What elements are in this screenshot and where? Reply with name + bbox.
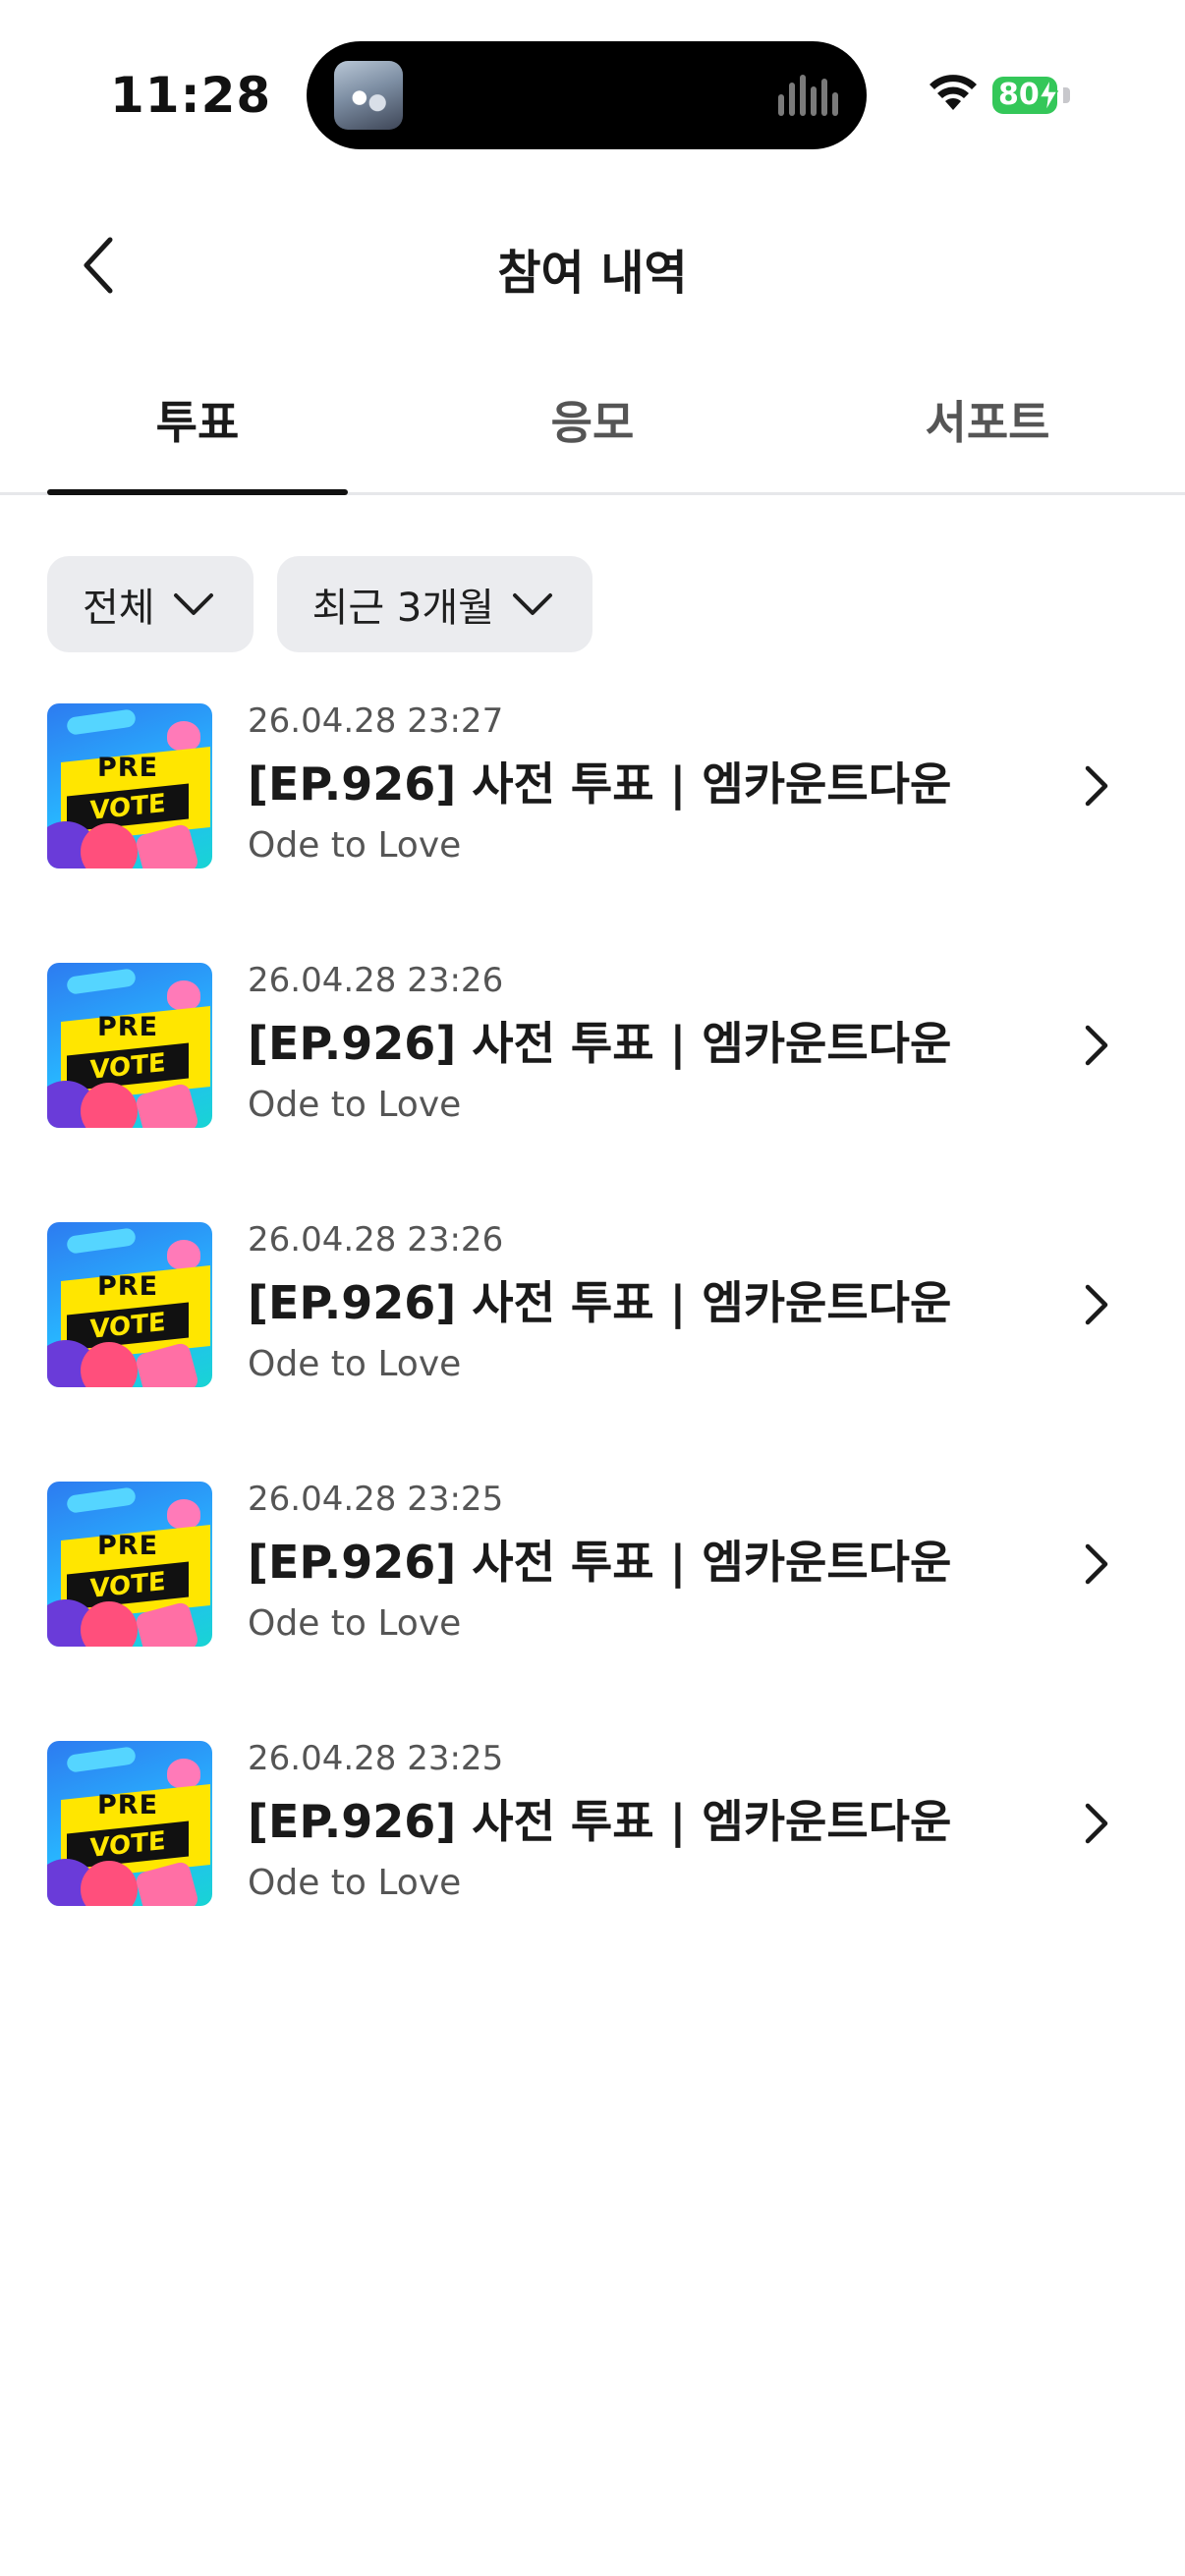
chevron-right-icon xyxy=(1085,1284,1108,1325)
pre-vote-thumbnail: PRE VOTE xyxy=(47,1741,212,1906)
pre-vote-thumbnail: PRE VOTE xyxy=(47,1222,212,1387)
item-title: [EP.926] 사전 투표 | 엠카운트다운 xyxy=(248,1017,952,1070)
thumbnail-pre-text: PRE xyxy=(96,1531,159,1561)
active-tab-indicator xyxy=(47,489,348,495)
pre-vote-thumbnail: PRE VOTE xyxy=(47,703,212,868)
filter-period-dropdown[interactable]: 최근 3개월 xyxy=(276,556,592,652)
thumbnail-pre-text: PRE xyxy=(96,1271,159,1302)
item-subtitle: Ode to Love xyxy=(248,1085,462,1125)
filter-category-label: 전체 xyxy=(83,586,155,631)
page-title: 참여 내역 xyxy=(497,246,688,301)
pre-vote-thumbnail: PRE VOTE xyxy=(47,963,212,1128)
list-item[interactable]: PRE VOTE 26.04.28 23:26 [EP.926] 사전 투표 |… xyxy=(0,947,1185,1144)
item-title: [EP.926] 사전 투표 | 엠카운트다운 xyxy=(248,757,952,811)
battery-cap xyxy=(1063,87,1070,103)
item-date: 26.04.28 23:25 xyxy=(248,1739,504,1778)
chevron-right-icon xyxy=(1085,1803,1108,1844)
list-item[interactable]: PRE VOTE 26.04.28 23:25 [EP.926] 사전 투표 |… xyxy=(0,1725,1185,1922)
item-title: [EP.926] 사전 투표 | 엠카운트다운 xyxy=(248,1276,952,1329)
filter-period-label: 최근 3개월 xyxy=(311,586,494,631)
chevron-right-icon xyxy=(1085,1543,1108,1585)
audio-waveform-icon xyxy=(778,75,839,116)
pre-vote-thumbnail: PRE VOTE xyxy=(47,1482,212,1647)
item-subtitle: Ode to Love xyxy=(248,1863,462,1903)
item-date: 26.04.28 23:27 xyxy=(248,701,504,741)
chevron-down-icon xyxy=(512,593,552,615)
list-item[interactable]: PRE VOTE 26.04.28 23:26 [EP.926] 사전 투표 |… xyxy=(0,1206,1185,1403)
thumbnail-pre-text: PRE xyxy=(96,753,159,783)
tab-entry[interactable]: 응모 xyxy=(442,373,743,495)
status-bar: 11:28 80 xyxy=(0,0,1185,187)
item-title: [EP.926] 사전 투표 | 엠카운트다운 xyxy=(248,1795,952,1848)
status-time: 11:28 xyxy=(110,67,272,124)
page-header: 참여 내역 xyxy=(0,206,1185,324)
charging-bolt-icon xyxy=(1038,79,1059,112)
list-item[interactable]: PRE VOTE 26.04.28 23:25 [EP.926] 사전 투표 |… xyxy=(0,1466,1185,1662)
thumbnail-pre-text: PRE xyxy=(96,1790,159,1820)
tab-vote[interactable]: 투표 xyxy=(47,373,348,495)
item-date: 26.04.28 23:26 xyxy=(248,1220,504,1260)
chevron-right-icon xyxy=(1085,765,1108,807)
item-date: 26.04.28 23:25 xyxy=(248,1480,504,1519)
item-subtitle: Ode to Love xyxy=(248,1603,462,1644)
tab-bar: 투표 응모 서포트 xyxy=(0,373,1185,495)
tab-support[interactable]: 서포트 xyxy=(837,373,1138,495)
dynamic-island[interactable] xyxy=(307,41,867,149)
now-playing-artwork xyxy=(334,61,403,130)
thumbnail-pre-text: PRE xyxy=(96,1012,159,1042)
item-title: [EP.926] 사전 투표 | 엠카운트다운 xyxy=(248,1536,952,1589)
filter-category-dropdown[interactable]: 전체 xyxy=(47,556,254,652)
item-subtitle: Ode to Love xyxy=(248,825,462,866)
chevron-right-icon xyxy=(1085,1025,1108,1066)
chevron-down-icon xyxy=(173,593,213,615)
list-item[interactable]: PRE VOTE 26.04.28 23:27 [EP.926] 사전 투표 |… xyxy=(0,688,1185,884)
item-subtitle: Ode to Love xyxy=(248,1344,462,1384)
item-date: 26.04.28 23:26 xyxy=(248,961,504,1000)
wifi-icon xyxy=(930,75,977,110)
filter-bar: 전체 최근 3개월 xyxy=(47,556,592,652)
